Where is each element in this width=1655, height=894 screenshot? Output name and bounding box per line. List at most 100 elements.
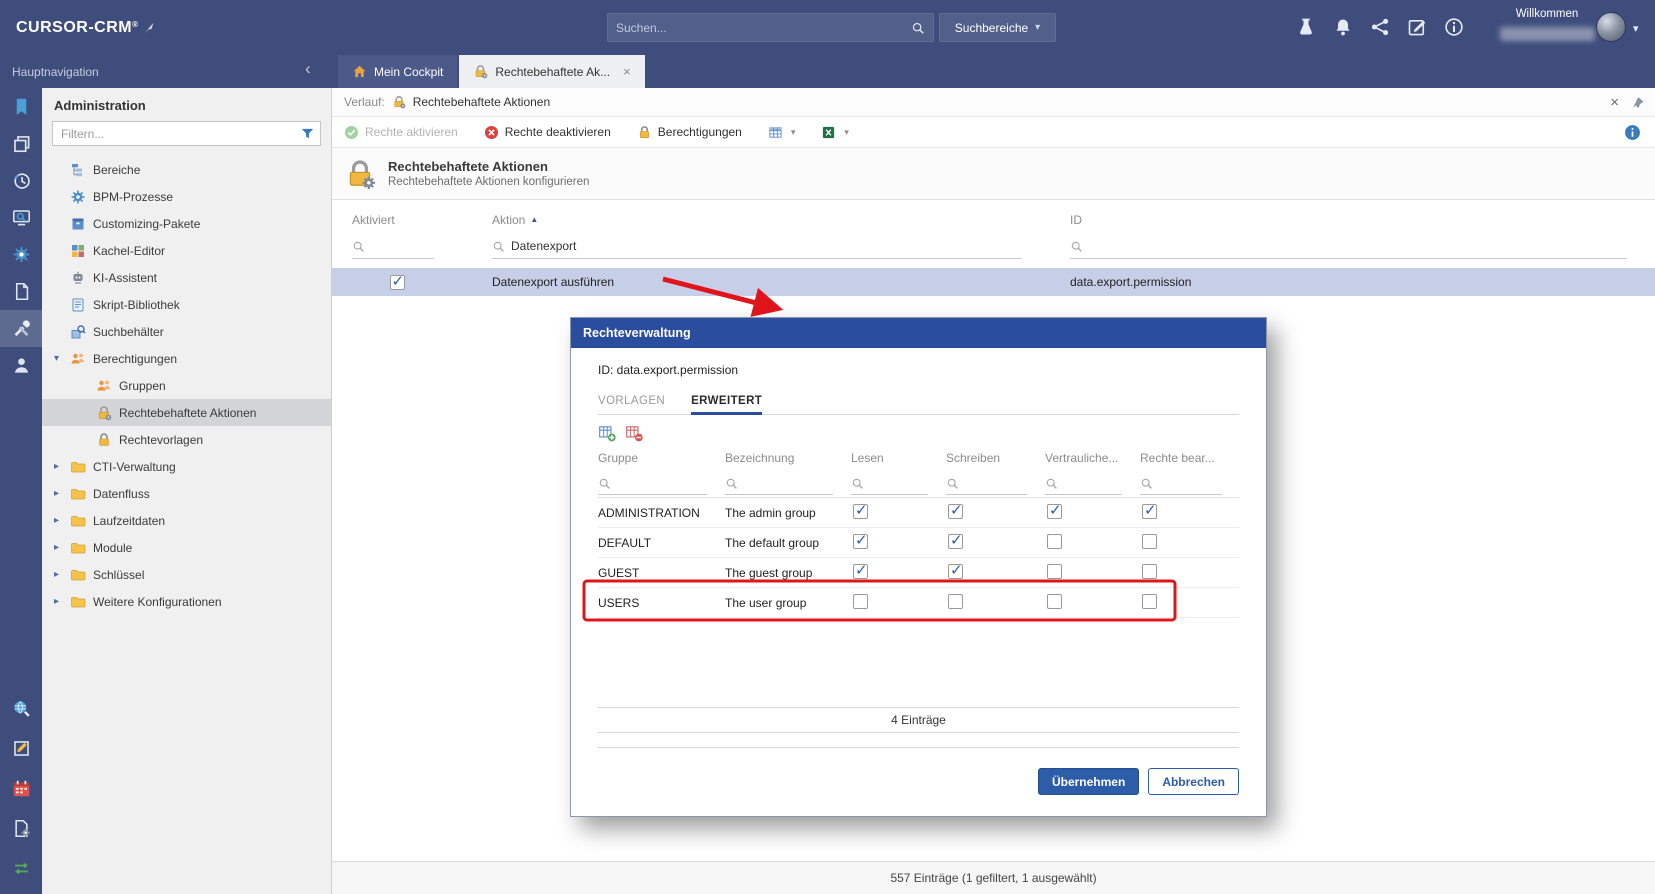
dialog-column-header-schreiben[interactable]: Schreiben: [946, 451, 1045, 465]
uebernehmen-button[interactable]: Übernehmen: [1038, 768, 1139, 795]
sidebar-item-berechtigungen[interactable]: ▾Berechtigungen: [42, 345, 331, 372]
sidebar-item-ki-assistent[interactable]: KI-Assistent: [42, 264, 331, 291]
edit-icon[interactable]: [1407, 17, 1427, 37]
lesen-checkbox[interactable]: [853, 594, 868, 609]
rail-item-bookmark[interactable]: [0, 88, 42, 125]
dialog-row-guest[interactable]: GUESTThe guest group: [598, 558, 1239, 588]
chevron-right-icon[interactable]: ▸: [54, 488, 70, 499]
dialog-column-header-rechte-bear[interactable]: Rechte bear...: [1140, 451, 1240, 465]
rechte-checkbox[interactable]: [1142, 564, 1157, 579]
column-header-aktion[interactable]: Aktion ▲: [462, 213, 1050, 227]
rechte-aktivieren-button[interactable]: Rechte aktivieren: [344, 125, 458, 140]
sidebar-item-bereiche[interactable]: Bereiche: [42, 156, 331, 183]
dialog-column-header-bezeichnung[interactable]: Bezeichnung: [725, 451, 851, 465]
filter-id-input[interactable]: [1089, 239, 1627, 253]
filter-aktion-input[interactable]: [511, 239, 1022, 253]
rail-item-gear-blue[interactable]: [0, 236, 42, 273]
info-icon[interactable]: [1444, 17, 1464, 37]
sidebar-item-gruppen[interactable]: Gruppen: [42, 372, 331, 399]
row-aktiviert-checkbox[interactable]: [390, 275, 405, 290]
collapse-sidebar-icon[interactable]: ‹: [305, 59, 311, 79]
global-search-input[interactable]: [616, 21, 911, 35]
rail-item-globe-search[interactable]: [0, 688, 42, 728]
lesen-checkbox[interactable]: [853, 534, 868, 549]
sidebar-item-suchbeh-lter[interactable]: Suchbehälter: [42, 318, 331, 345]
sidebar-item-schl-ssel[interactable]: ▸Schlüssel: [42, 561, 331, 588]
dialog-title[interactable]: Rechteverwaltung: [571, 318, 1266, 348]
column-header-aktiviert[interactable]: Aktiviert: [332, 213, 462, 227]
search-icon[interactable]: [911, 21, 925, 35]
dialog-row-default[interactable]: DEFAULTThe default group: [598, 528, 1239, 558]
vertrauliche-checkbox[interactable]: [1047, 564, 1062, 579]
rechte-checkbox[interactable]: [1142, 594, 1157, 609]
rail-item-swap[interactable]: [0, 848, 42, 888]
rail-item-doc-gear[interactable]: [0, 808, 42, 848]
dialog-row-administration[interactable]: ADMINISTRATIONThe admin group: [598, 498, 1239, 528]
rail-item-calendar[interactable]: [0, 768, 42, 808]
chevron-right-icon[interactable]: ▸: [54, 461, 70, 472]
sidebar-item-datenfluss[interactable]: ▸Datenfluss: [42, 480, 331, 507]
dialog-column-header-lesen[interactable]: Lesen: [851, 451, 946, 465]
lesen-checkbox[interactable]: [853, 504, 868, 519]
add-row-icon[interactable]: [598, 424, 616, 442]
schreiben-checkbox[interactable]: [948, 534, 963, 549]
rail-item-doc[interactable]: [0, 273, 42, 310]
close-tab-icon[interactable]: ×: [623, 64, 631, 79]
sidebar-item-customizing-pakete[interactable]: Customizing-Pakete: [42, 210, 331, 237]
sidebar-item-cti-verwaltung[interactable]: ▸CTI-Verwaltung: [42, 453, 331, 480]
rechte-deaktivieren-button[interactable]: Rechte deaktivieren: [484, 125, 611, 140]
dialog-filter-rechte-bear-input[interactable]: [1159, 477, 1314, 491]
filter-funnel-icon[interactable]: [300, 126, 315, 141]
chevron-right-icon[interactable]: ▸: [54, 515, 70, 526]
table-row[interactable]: Datenexport ausführen data.export.permis…: [332, 268, 1655, 296]
rail-item-person[interactable]: [0, 347, 42, 384]
sidebar-item-kachel-editor[interactable]: Kachel-Editor: [42, 237, 331, 264]
chevron-right-icon[interactable]: ▸: [54, 596, 70, 607]
tab-erweitert[interactable]: ERWEITERT: [691, 389, 762, 415]
column-header-id[interactable]: ID: [1050, 213, 1655, 227]
avatar[interactable]: [1596, 12, 1626, 42]
dialog-column-header-vertrauliche[interactable]: Vertrauliche...: [1045, 451, 1140, 465]
rail-item-tools[interactable]: [0, 310, 42, 347]
sidebar-item-module[interactable]: ▸Module: [42, 534, 331, 561]
bell-icon[interactable]: [1333, 17, 1353, 37]
table-view-button[interactable]: ▾: [768, 125, 796, 140]
excel-export-button[interactable]: ▾: [821, 125, 849, 140]
close-view-icon[interactable]: ×: [1610, 94, 1619, 111]
info-icon[interactable]: [1624, 124, 1641, 141]
suchbereiche-button[interactable]: Suchbereiche ▾: [939, 13, 1056, 42]
user-menu-chevron-icon[interactable]: ▾: [1633, 22, 1639, 35]
rechte-checkbox[interactable]: [1142, 504, 1157, 519]
tab-rechtebehaftete-aktionen[interactable]: Rechtebehaftete Ak... ×: [459, 55, 644, 88]
chevron-right-icon[interactable]: ▸: [54, 542, 70, 553]
schreiben-checkbox[interactable]: [948, 594, 963, 609]
sidebar-item-rechtebehaftete-aktionen[interactable]: Rechtebehaftete Aktionen: [42, 399, 331, 426]
pin-icon[interactable]: [1631, 96, 1645, 110]
vertrauliche-checkbox[interactable]: [1047, 504, 1062, 519]
vertrauliche-checkbox[interactable]: [1047, 534, 1062, 549]
tab-vorlagen[interactable]: VORLAGEN: [598, 389, 665, 414]
verlauf-item[interactable]: Rechtebehaftete Aktionen: [413, 95, 550, 109]
sidebar-item-rechtevorlagen[interactable]: Rechtevorlagen: [42, 426, 331, 453]
dialog-row-users[interactable]: USERSThe user group: [598, 588, 1239, 618]
chevron-down-icon[interactable]: ▾: [54, 353, 70, 364]
rail-item-stack[interactable]: [0, 125, 42, 162]
vertrauliche-checkbox[interactable]: [1047, 594, 1062, 609]
abbrechen-button[interactable]: Abbrechen: [1148, 768, 1239, 795]
tab-mein-cockpit[interactable]: Mein Cockpit: [338, 55, 457, 88]
share-icon[interactable]: [1370, 17, 1390, 37]
sidebar-item-skript-bibliothek[interactable]: Skript-Bibliothek: [42, 291, 331, 318]
chevron-right-icon[interactable]: ▸: [54, 569, 70, 580]
berechtigungen-button[interactable]: Berechtigungen: [637, 125, 742, 140]
rail-item-monitor-search[interactable]: [0, 199, 42, 236]
rechte-checkbox[interactable]: [1142, 534, 1157, 549]
rail-item-note[interactable]: [0, 728, 42, 768]
sidebar-filter-input[interactable]: [52, 121, 321, 146]
sidebar-item-bpm-prozesse[interactable]: BPM-Prozesse: [42, 183, 331, 210]
sidebar-item-weitere-konfigurationen[interactable]: ▸Weitere Konfigurationen: [42, 588, 331, 615]
schreiben-checkbox[interactable]: [948, 564, 963, 579]
schreiben-checkbox[interactable]: [948, 504, 963, 519]
remove-row-icon[interactable]: [625, 424, 643, 442]
lesen-checkbox[interactable]: [853, 564, 868, 579]
rail-item-history[interactable]: [0, 162, 42, 199]
